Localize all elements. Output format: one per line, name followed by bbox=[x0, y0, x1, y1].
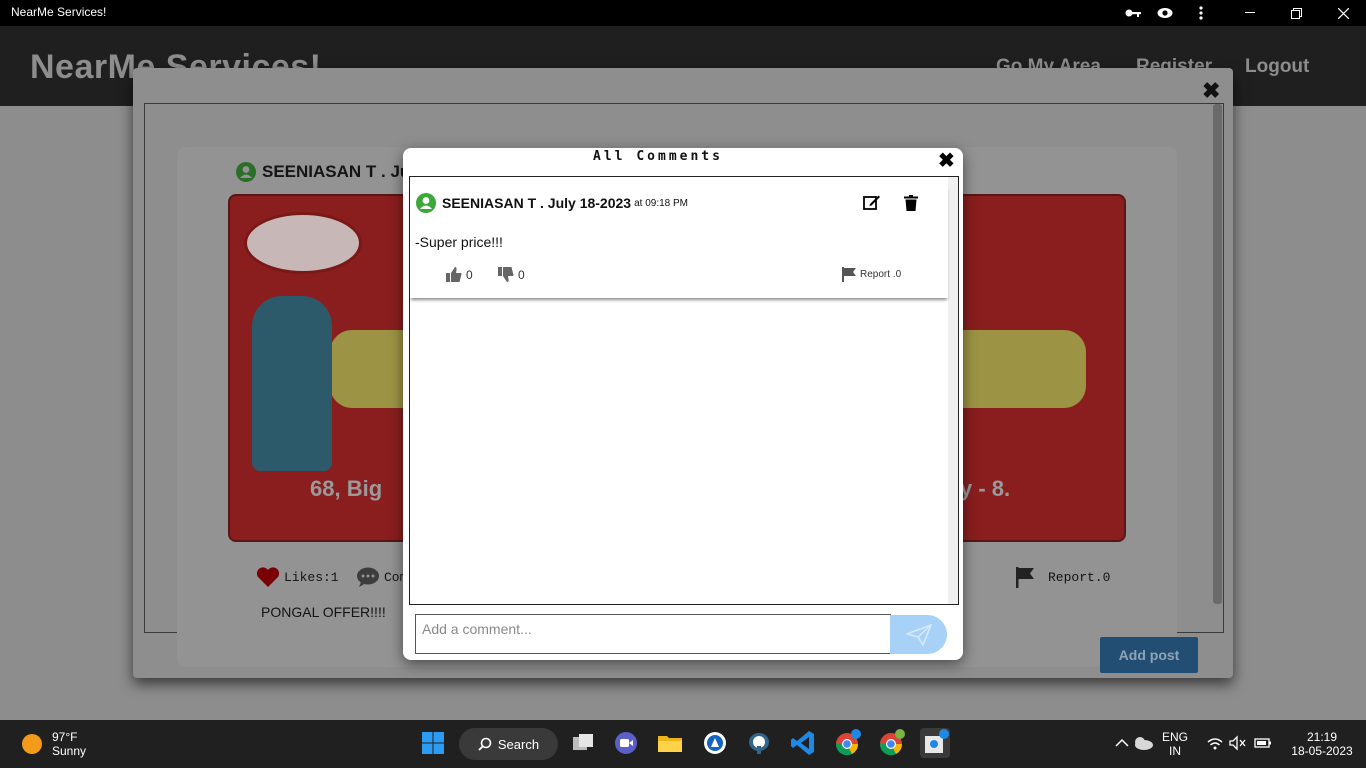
comment-report-count: Report .0 bbox=[860, 269, 902, 280]
nearme-app-icon[interactable] bbox=[920, 728, 950, 758]
start-icon[interactable] bbox=[418, 728, 448, 758]
comment-report-button[interactable]: Report .0 bbox=[842, 267, 901, 282]
more-options-icon[interactable] bbox=[1178, 0, 1224, 26]
send-icon bbox=[905, 623, 932, 646]
close-comments-icon[interactable]: ✖ bbox=[938, 148, 955, 173]
comment-text: -Super price!!! bbox=[415, 234, 503, 250]
flag-icon bbox=[842, 267, 856, 282]
vscode-icon[interactable] bbox=[788, 728, 818, 758]
weather-temp: 97°F bbox=[52, 730, 78, 744]
send-comment-button[interactable] bbox=[890, 615, 947, 654]
file-explorer-icon[interactable] bbox=[655, 728, 685, 758]
sun-icon bbox=[22, 734, 42, 754]
battery-icon[interactable] bbox=[1248, 728, 1278, 758]
add-post-button[interactable]: Add post bbox=[1100, 637, 1198, 673]
thumbs-down-icon bbox=[498, 267, 514, 282]
comment-like-button[interactable]: 0 bbox=[446, 267, 473, 282]
language-indicator[interactable]: ENG IN bbox=[1162, 730, 1188, 758]
comment-author-name: SEENIASAN T . July 18-2023 bbox=[442, 195, 632, 211]
image-pincode-text: y - 8. bbox=[960, 476, 1011, 501]
flag-icon bbox=[1016, 567, 1034, 588]
image-address-text: 68, Big bbox=[310, 476, 383, 501]
window-title: NearMe Services! bbox=[11, 5, 107, 19]
clock-time: 21:19 bbox=[1306, 730, 1338, 744]
taskbar: 97°F Sunny Search ENG IN 21:19 18-05-202… bbox=[0, 720, 1366, 768]
comment-action[interactable]: Com bbox=[356, 566, 407, 588]
minimize-button[interactable] bbox=[1227, 0, 1273, 26]
comment-author: SEENIASAN T . July 18-2023 at 09:18 PM bbox=[416, 193, 688, 213]
search-icon bbox=[478, 737, 492, 751]
comment-likes-count: 0 bbox=[466, 267, 473, 282]
meet-icon[interactable] bbox=[611, 728, 641, 758]
post-author-name: SEENIASAN T . Ju bbox=[262, 162, 411, 181]
model-figure bbox=[252, 296, 332, 471]
comment-dislikes-count: 0 bbox=[518, 267, 525, 282]
onedrive-icon[interactable] bbox=[1128, 728, 1158, 758]
heart-icon bbox=[256, 567, 280, 587]
comments-modal-title: All Comments bbox=[593, 149, 723, 164]
edit-comment-icon[interactable] bbox=[863, 194, 881, 216]
comment-dislike-button[interactable]: 0 bbox=[498, 267, 525, 282]
user-icon bbox=[416, 193, 436, 213]
post-caption: PONGAL OFFER!!!! bbox=[261, 604, 386, 620]
comment-icon bbox=[357, 567, 379, 587]
region-label: IN bbox=[1169, 744, 1181, 758]
restore-button[interactable] bbox=[1273, 0, 1319, 26]
comment-time: at 09:18 PM bbox=[634, 197, 688, 209]
postgres-icon[interactable] bbox=[744, 728, 774, 758]
report-action[interactable]: Report.0 bbox=[1014, 566, 1110, 588]
weather-desc: Sunny bbox=[52, 744, 87, 758]
taskbar-search[interactable]: Search bbox=[459, 728, 558, 760]
like-action[interactable]: Likes:1 bbox=[256, 566, 339, 588]
nav-logout[interactable]: Logout bbox=[1245, 56, 1309, 78]
lang-label: ENG bbox=[1162, 730, 1189, 744]
thumbs-up-icon bbox=[446, 267, 462, 282]
chrome-icon[interactable] bbox=[833, 728, 863, 758]
delete-comment-icon[interactable] bbox=[904, 195, 918, 216]
report-count: Report.0 bbox=[1048, 569, 1111, 585]
close-post-modal-icon[interactable]: ✖ bbox=[1202, 78, 1220, 104]
chrome-profile-icon[interactable] bbox=[877, 728, 907, 758]
weather-widget[interactable]: 97°F Sunny bbox=[22, 730, 86, 758]
comments-scrollbar[interactable] bbox=[948, 177, 958, 604]
comment-input[interactable] bbox=[415, 614, 891, 654]
shop-logo bbox=[244, 212, 362, 274]
window-titlebar: NearMe Services! bbox=[0, 0, 1366, 26]
close-window-button[interactable] bbox=[1320, 0, 1366, 26]
task-view-icon[interactable] bbox=[568, 728, 598, 758]
likes-count: Likes:1 bbox=[284, 569, 339, 585]
post-modal-scrollbar[interactable] bbox=[1213, 104, 1222, 604]
clock[interactable]: 21:19 18-05-2023 bbox=[1284, 730, 1360, 758]
post-author: SEENIASAN T . Ju bbox=[236, 162, 410, 182]
search-label: Search bbox=[497, 736, 540, 752]
user-icon bbox=[236, 162, 256, 182]
app-icon-blue[interactable] bbox=[700, 728, 730, 758]
clock-date: 18-05-2023 bbox=[1291, 744, 1353, 758]
